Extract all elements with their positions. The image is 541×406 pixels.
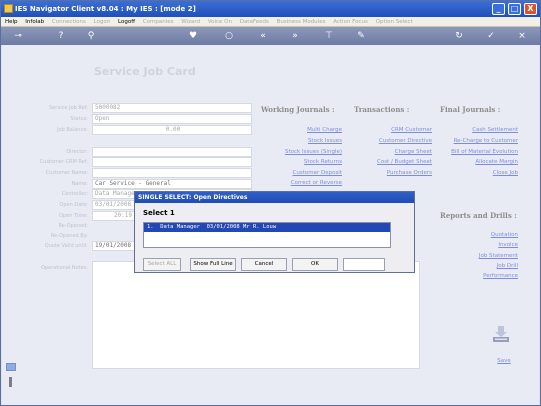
- rewind-icon[interactable]: «: [257, 30, 269, 42]
- menu-companies[interactable]: Companies: [143, 19, 174, 25]
- minimize-button[interactable]: _: [492, 3, 505, 15]
- toolbar: ⊸ ? ⚲ ♥ ○ « » ⊤ ✎ ↻ ✓ ×: [1, 27, 540, 45]
- menu-connections[interactable]: Connections: [52, 19, 86, 25]
- search-icon[interactable]: ⚲: [85, 30, 97, 42]
- close-icon[interactable]: ×: [516, 30, 528, 42]
- select-all-button[interactable]: Select ALL: [143, 258, 181, 271]
- pen-icon[interactable]: ✎: [355, 30, 367, 42]
- dialog-subtitle: Select 1: [143, 209, 175, 217]
- title-bar: IES Navigator Client v8.04 : My IES : [m…: [1, 1, 540, 17]
- menu-datafeeds[interactable]: DataFeeds: [240, 19, 269, 25]
- menu-logoff[interactable]: Logoff: [118, 19, 135, 25]
- cancel-button[interactable]: Cancel: [241, 258, 287, 271]
- menu-wizard[interactable]: Wizard: [181, 19, 200, 25]
- menu-logon[interactable]: Logon: [94, 19, 111, 25]
- forward-icon[interactable]: »: [289, 30, 301, 42]
- show-full-line-button[interactable]: Show Full Line: [190, 258, 236, 271]
- heart-icon[interactable]: ♥: [187, 30, 199, 42]
- list-item[interactable]: 1. Data Manager 03/01/2008 Mr R. Louw: [144, 223, 390, 232]
- menu-action-focus[interactable]: Action Focus: [333, 19, 368, 25]
- key-icon[interactable]: ⊸: [9, 30, 27, 42]
- lock-icon[interactable]: ○: [223, 30, 235, 42]
- first-icon[interactable]: ⊤: [323, 30, 335, 42]
- window-title: IES Navigator Client v8.04 : My IES : [m…: [15, 5, 196, 13]
- ok-button[interactable]: OK: [292, 258, 338, 271]
- close-button[interactable]: X: [524, 3, 537, 15]
- single-select-dialog: SINGLE SELECT: Open Directives Select 1 …: [134, 191, 415, 273]
- selection-count-field[interactable]: [343, 258, 385, 271]
- menu-option-select[interactable]: Option Select: [376, 19, 413, 25]
- menu-voice-on[interactable]: Voice On: [208, 19, 232, 25]
- check-icon[interactable]: ✓: [485, 30, 497, 42]
- directives-list[interactable]: 1. Data Manager 03/01/2008 Mr R. Louw: [143, 222, 391, 248]
- menu-infolab[interactable]: Infolab: [25, 19, 44, 25]
- app-window: IES Navigator Client v8.04 : My IES : [m…: [0, 0, 541, 406]
- refresh-icon[interactable]: ↻: [453, 30, 465, 42]
- help-icon[interactable]: ?: [55, 30, 67, 42]
- maximize-button[interactable]: □: [508, 3, 521, 15]
- menu-business-modules[interactable]: Business Modules: [277, 19, 326, 25]
- menu-help[interactable]: Help: [5, 19, 18, 25]
- app-icon: [4, 4, 13, 13]
- dialog-title: SINGLE SELECT: Open Directives: [135, 192, 414, 203]
- menu-bar: Help Infolab Connections Logon Logoff Co…: [1, 17, 540, 27]
